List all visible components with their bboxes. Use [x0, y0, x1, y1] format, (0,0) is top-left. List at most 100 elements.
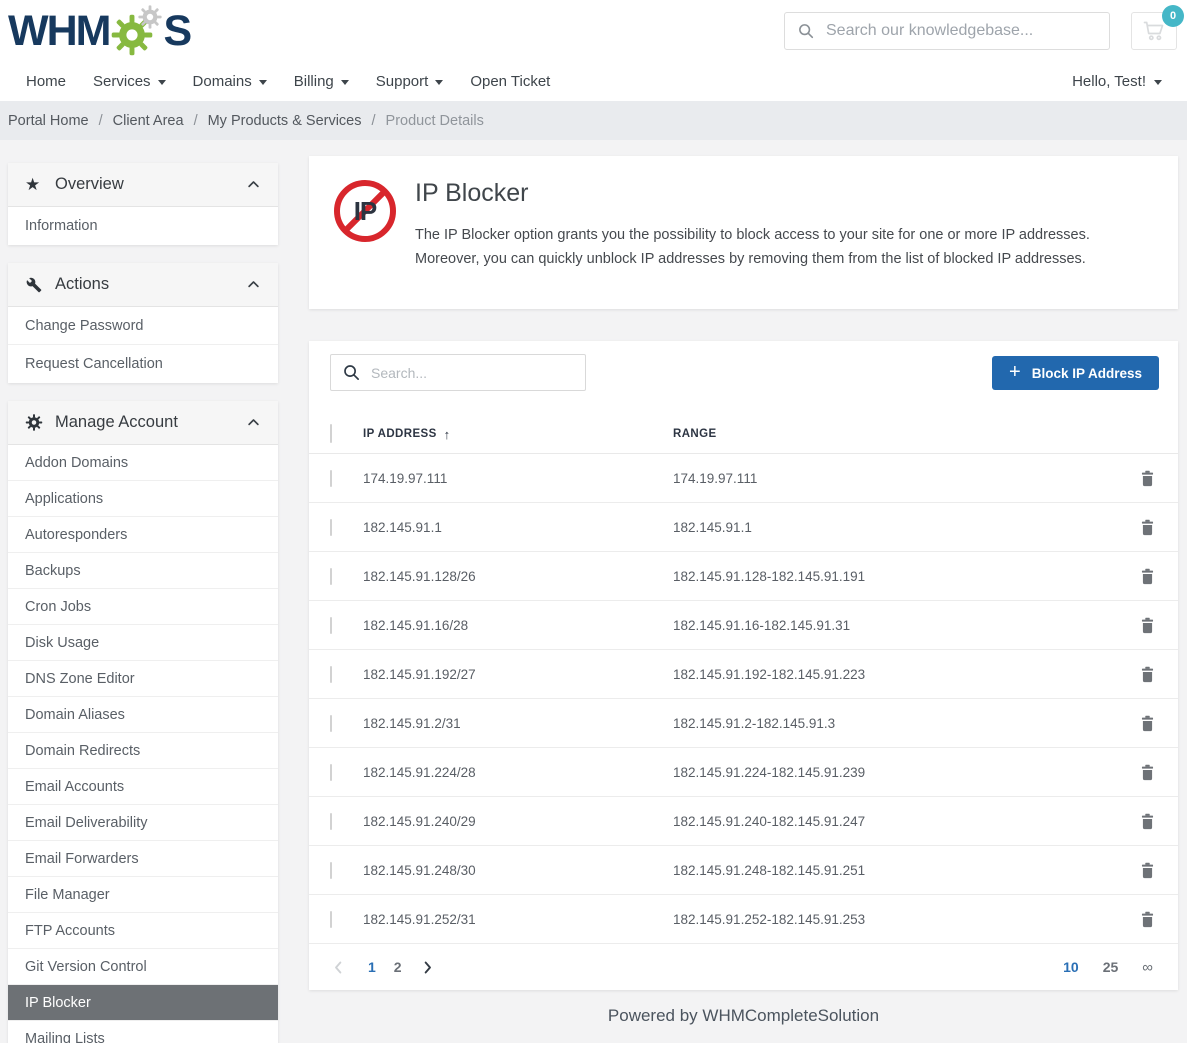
table-row: 182.145.91.240/29 182.145.91.240-182.145… [309, 797, 1178, 846]
delete-button[interactable] [1136, 760, 1159, 785]
panel-manage-account-header[interactable]: Manage Account [8, 401, 278, 445]
product-header-card: IP IP Blocker The IP Blocker option gran… [309, 156, 1178, 309]
sidebar-item-dns-zone-editor[interactable]: DNS Zone Editor [8, 661, 278, 697]
nav-item-support[interactable]: Support [376, 73, 444, 90]
plus-icon: + [1009, 362, 1021, 382]
sidebar-item-domain-redirects[interactable]: Domain Redirects [8, 733, 278, 769]
block-ip-address-button[interactable]: + Block IP Address [992, 356, 1159, 390]
page-next-icon[interactable] [420, 960, 435, 975]
sidebar-item-email-accounts[interactable]: Email Accounts [8, 769, 278, 805]
delete-button[interactable] [1136, 613, 1159, 638]
select-all-checkbox[interactable] [330, 424, 332, 443]
pagination: 1 2 10 25 ∞ [309, 944, 1178, 990]
table-row: 182.145.91.128/26 182.145.91.128-182.145… [309, 552, 1178, 601]
row-checkbox[interactable] [330, 666, 332, 683]
page-number-2[interactable]: 2 [394, 959, 402, 975]
sidebar-item-information[interactable]: Information [8, 207, 278, 245]
sidebar-item-applications[interactable]: Applications [8, 481, 278, 517]
page-number-1[interactable]: 1 [368, 959, 376, 975]
table-row: 182.145.91.224/28 182.145.91.224-182.145… [309, 748, 1178, 797]
nav-item-open-ticket[interactable]: Open Ticket [470, 73, 550, 90]
whmcs-logo[interactable]: WHM S [8, 4, 190, 58]
trash-icon [1138, 762, 1157, 783]
page-previous-icon[interactable] [331, 960, 346, 975]
delete-button[interactable] [1136, 662, 1159, 687]
sidebar-item-ip-blocker[interactable]: IP Blocker [8, 985, 278, 1021]
page-size-25[interactable]: 25 [1103, 959, 1119, 975]
column-header-ip-address[interactable]: IP ADDRESS ↑ [363, 427, 673, 442]
ip-cell: 182.145.91.2/31 [363, 716, 673, 731]
sidebar-item-backups[interactable]: Backups [8, 553, 278, 589]
table-search [330, 354, 586, 391]
row-checkbox[interactable] [330, 568, 332, 585]
breadcrumb-my-products[interactable]: My Products & Services [208, 113, 362, 129]
trash-icon [1138, 713, 1157, 734]
panel-actions-header[interactable]: Actions [8, 263, 278, 307]
page-title: IP Blocker [415, 179, 1153, 208]
sidebar-item-change-password[interactable]: Change Password [8, 307, 278, 345]
sidebar-item-ftp-accounts[interactable]: FTP Accounts [8, 913, 278, 949]
row-checkbox[interactable] [330, 617, 332, 634]
page-size-10[interactable]: 10 [1063, 959, 1079, 975]
breadcrumb-portal-home[interactable]: Portal Home [8, 113, 89, 129]
top-header: WHM S 0 [0, 0, 1187, 62]
table-row: 182.145.91.248/30 182.145.91.248-182.145… [309, 846, 1178, 895]
sidebar-item-addon-domains[interactable]: Addon Domains [8, 445, 278, 481]
knowledgebase-search-input[interactable] [826, 22, 1097, 40]
sidebar-item-email-deliverability[interactable]: Email Deliverability [8, 805, 278, 841]
sidebar-item-domain-aliases[interactable]: Domain Aliases [8, 697, 278, 733]
column-header-range[interactable]: RANGE [673, 428, 1119, 440]
nav-item-billing[interactable]: Billing [294, 73, 349, 90]
row-checkbox[interactable] [330, 470, 332, 487]
sidebar-item-autoresponders[interactable]: Autoresponders [8, 517, 278, 553]
breadcrumb-client-area[interactable]: Client Area [113, 113, 184, 129]
page-size-all[interactable]: ∞ [1142, 959, 1153, 976]
cart-button[interactable]: 0 [1131, 12, 1177, 50]
delete-button[interactable] [1136, 564, 1159, 589]
nav-item-home[interactable]: Home [26, 73, 66, 90]
nav-item-domains[interactable]: Domains [193, 73, 267, 90]
delete-button[interactable] [1136, 907, 1159, 932]
range-cell: 182.145.91.252-182.145.91.253 [673, 912, 1119, 927]
sidebar-item-email-forwarders[interactable]: Email Forwarders [8, 841, 278, 877]
user-menu[interactable]: Hello, Test! [1072, 73, 1162, 90]
table-header-row: IP ADDRESS ↑ RANGE [309, 415, 1178, 454]
delete-button[interactable] [1136, 711, 1159, 736]
nav-item-services[interactable]: Services [93, 73, 166, 90]
ip-cell: 182.145.91.224/28 [363, 765, 673, 780]
row-checkbox[interactable] [330, 911, 332, 928]
range-cell: 182.145.91.224-182.145.91.239 [673, 765, 1119, 780]
ip-cell: 182.145.91.16/28 [363, 618, 673, 633]
chevron-down-icon [341, 80, 349, 85]
panel-overview-header[interactable]: ★ Overview [8, 163, 278, 207]
footer-text: Powered by WHMCompleteSolution [309, 1006, 1178, 1026]
row-checkbox[interactable] [330, 862, 332, 879]
delete-button[interactable] [1136, 858, 1159, 883]
delete-button[interactable] [1136, 809, 1159, 834]
table-row: 174.19.97.111 174.19.97.111 [309, 454, 1178, 503]
sidebar-item-disk-usage[interactable]: Disk Usage [8, 625, 278, 661]
logo-gear-icon [111, 4, 163, 58]
row-checkbox[interactable] [330, 519, 332, 536]
sidebar-item-mailing-lists[interactable]: Mailing Lists [8, 1021, 278, 1043]
ip-table-card: + Block IP Address IP ADDRESS ↑ RANGE 17… [309, 341, 1178, 990]
search-icon [797, 22, 815, 40]
sidebar-item-git-version-control[interactable]: Git Version Control [8, 949, 278, 985]
row-checkbox[interactable] [330, 764, 332, 781]
table-search-input[interactable] [371, 365, 574, 381]
chevron-down-icon [1154, 80, 1162, 85]
table-row: 182.145.91.252/31 182.145.91.252-182.145… [309, 895, 1178, 944]
delete-button[interactable] [1136, 466, 1159, 491]
row-checkbox[interactable] [330, 715, 332, 732]
sidebar-item-request-cancellation[interactable]: Request Cancellation [8, 345, 278, 383]
logo-text-left: WHM [8, 10, 109, 53]
main-nav: Home Services Domains Billing Support Op… [0, 62, 1187, 101]
sidebar: ★ Overview Information Actions Change Pa… [8, 156, 278, 1043]
delete-button[interactable] [1136, 515, 1159, 540]
table-row: 182.145.91.2/31 182.145.91.2-182.145.91.… [309, 699, 1178, 748]
table-row: 182.145.91.16/28 182.145.91.16-182.145.9… [309, 601, 1178, 650]
sidebar-item-cron-jobs[interactable]: Cron Jobs [8, 589, 278, 625]
sidebar-item-file-manager[interactable]: File Manager [8, 877, 278, 913]
row-checkbox[interactable] [330, 813, 332, 830]
panel-manage-account: Manage Account Addon Domains Application… [8, 401, 278, 1043]
